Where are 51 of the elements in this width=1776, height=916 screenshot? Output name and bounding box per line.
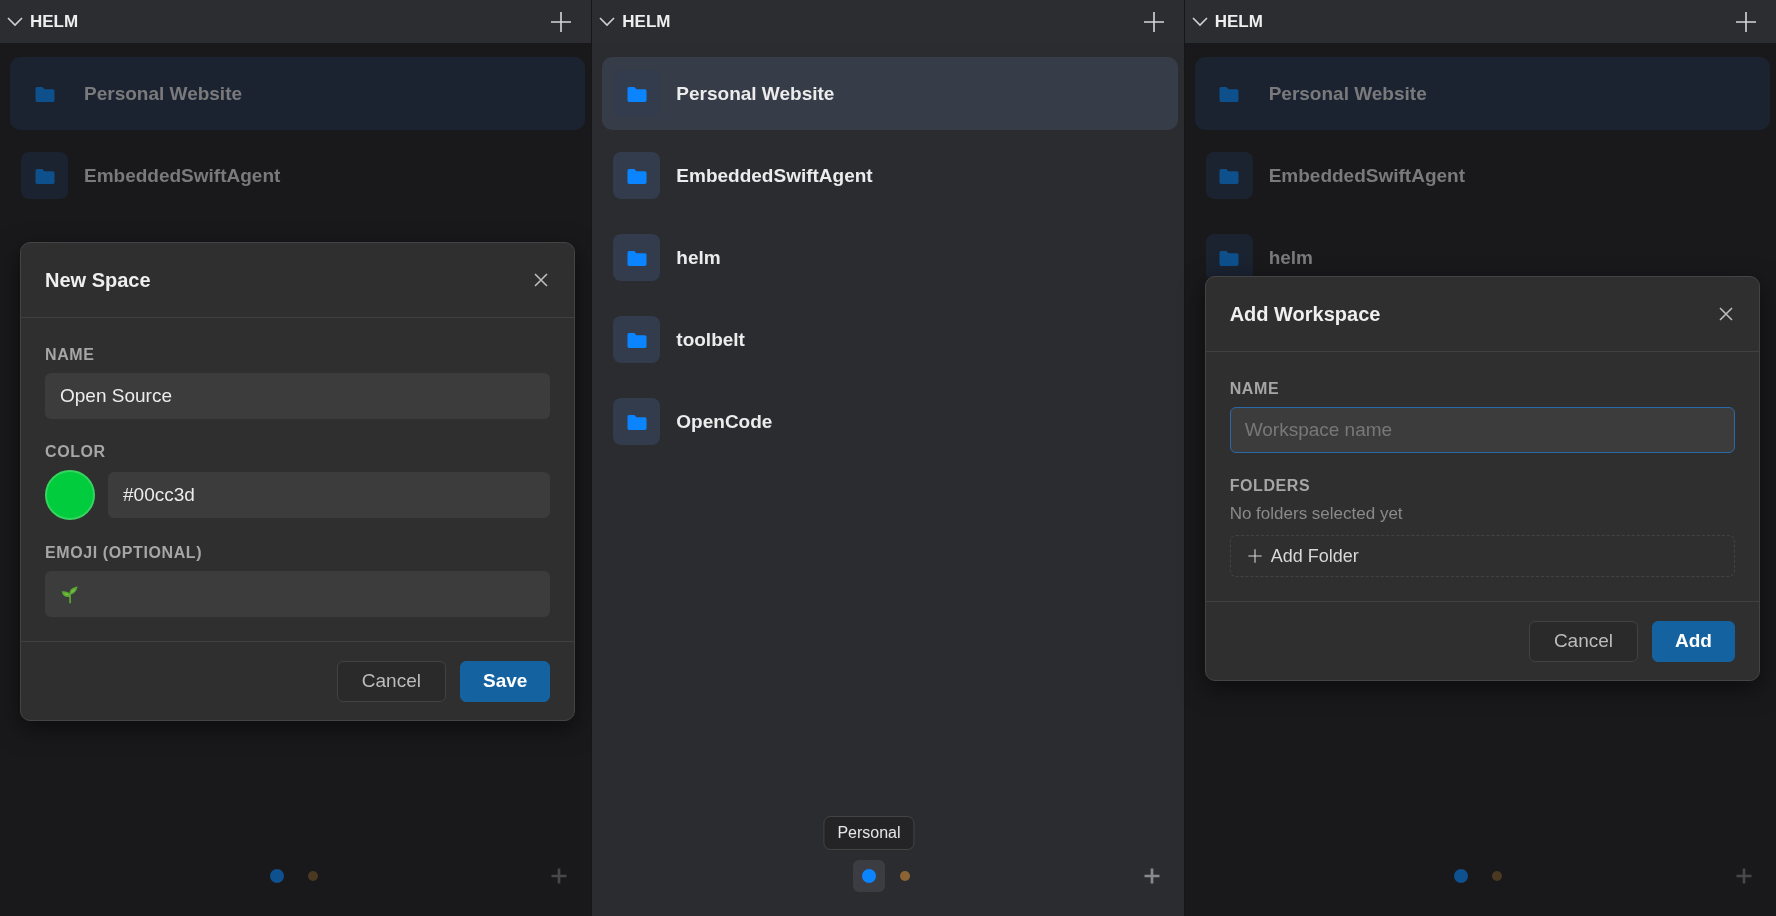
- space-dot[interactable]: [1492, 871, 1503, 881]
- folder-icon: [625, 166, 648, 185]
- workspace-item[interactable]: OpenCode: [602, 385, 1178, 458]
- cancel-button[interactable]: Cancel: [1528, 620, 1639, 662]
- folder-icon: [625, 330, 648, 349]
- workspace-item[interactable]: Personal Website: [1194, 57, 1770, 130]
- close-icon[interactable]: [532, 271, 551, 289]
- folder-icon: [625, 412, 648, 431]
- folder-icon: [1218, 84, 1241, 103]
- folder-icon: [33, 166, 56, 185]
- tooltip: Personal: [823, 816, 915, 850]
- dialog-title: Add Workspace: [1229, 302, 1381, 326]
- add-folder-button[interactable]: Add Folder: [1229, 535, 1735, 577]
- dialog-title: New Space: [45, 268, 151, 292]
- section-title: HELM: [1214, 11, 1263, 32]
- space-dot[interactable]: [307, 871, 318, 881]
- emoji-input[interactable]: [45, 571, 551, 617]
- field-label: COLOR: [45, 443, 107, 461]
- workspace-item[interactable]: helm: [602, 221, 1178, 294]
- confirm-button[interactable]: Save: [459, 660, 551, 702]
- workspace-item[interactable]: EmbeddedSwiftAgent: [602, 139, 1178, 212]
- field-label: EMOJI (OPTIONAL): [45, 544, 204, 562]
- empty-hint: No folders selected yet: [1229, 504, 1404, 524]
- space-dot[interactable]: [269, 869, 284, 883]
- workspace-item[interactable]: Personal Website: [10, 57, 586, 130]
- text-input[interactable]: Workspace name: [1229, 407, 1735, 453]
- color-input[interactable]: #00cc3d: [108, 472, 551, 518]
- workspace-item[interactable]: toolbelt: [602, 303, 1178, 376]
- folder-icon: [625, 248, 648, 267]
- space-dot[interactable]: [900, 871, 910, 881]
- plus-icon: [1246, 548, 1263, 564]
- field-label: NAME: [45, 346, 96, 364]
- workspace-item[interactable]: Personal Website: [602, 57, 1178, 130]
- workspace-item[interactable]: EmbeddedSwiftAgent: [10, 139, 586, 212]
- folder-icon: [1218, 166, 1241, 185]
- section-title: HELM: [622, 11, 671, 32]
- folder-icon: [1218, 248, 1241, 267]
- cancel-button[interactable]: Cancel: [336, 660, 446, 702]
- color-swatch[interactable]: [45, 470, 95, 520]
- space-dot[interactable]: [1454, 869, 1469, 883]
- section-title: HELM: [30, 11, 79, 32]
- field-label: NAME: [1229, 380, 1281, 398]
- confirm-button[interactable]: Add: [1652, 620, 1735, 662]
- close-icon[interactable]: [1717, 305, 1735, 323]
- folder-icon: [625, 84, 648, 103]
- folder-icon: [33, 84, 56, 103]
- field-label: FOLDERS: [1229, 477, 1312, 495]
- workspace-item[interactable]: helm: [1194, 221, 1770, 294]
- workspace-item[interactable]: EmbeddedSwiftAgent: [1194, 139, 1770, 212]
- space-dot[interactable]: [862, 869, 876, 883]
- text-input[interactable]: Open Source: [45, 373, 551, 419]
